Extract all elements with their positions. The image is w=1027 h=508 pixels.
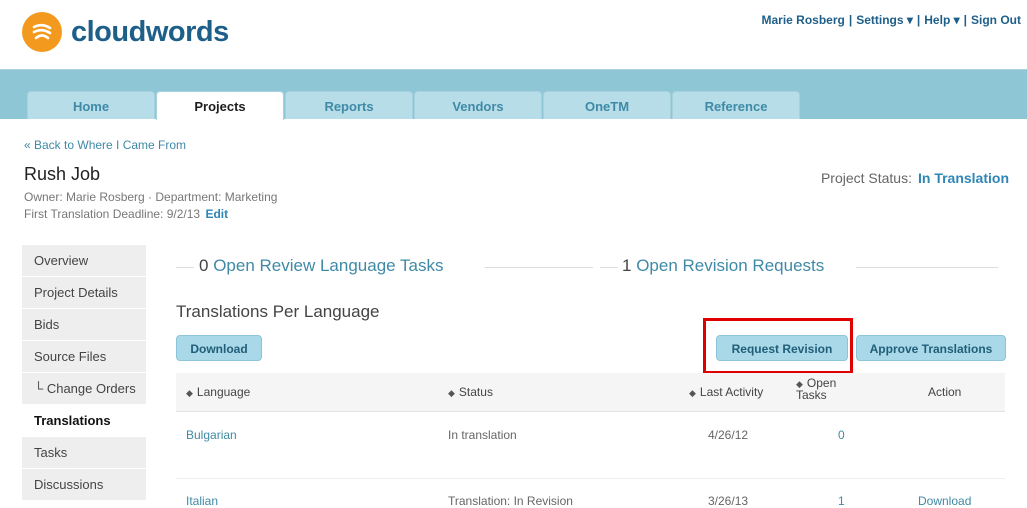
sort-icon: ◆ <box>448 388 455 398</box>
tab-vendors[interactable]: Vendors <box>414 91 542 119</box>
column-header-action: Action <box>928 385 962 399</box>
column-header-language[interactable]: ◆ Language <box>186 373 250 411</box>
nav-separator: | <box>916 13 921 27</box>
settings-menu[interactable]: Settings ▾ <box>856 13 913 27</box>
sidebar-item-tasks[interactable]: Tasks <box>22 437 146 469</box>
row-divider <box>176 478 1005 479</box>
brand-name: cloudwords <box>71 15 229 48</box>
column-header-last-activity[interactable]: ◆ Last Activity <box>689 373 763 411</box>
tab-home[interactable]: Home <box>27 91 155 119</box>
revision-label: Open Revision Requests <box>636 256 825 275</box>
edit-deadline-link[interactable]: Edit <box>205 207 228 221</box>
column-header-open-tasks[interactable]: ◆ Open Tasks <box>796 377 836 402</box>
highlight-box <box>703 318 853 374</box>
last-activity-cell: 3/26/13 <box>708 494 749 508</box>
column-header-label: Tasks <box>796 388 827 402</box>
last-activity-cell: 4/26/12 <box>708 428 749 442</box>
project-status: Project Status: In Translation <box>821 170 1009 186</box>
open-revision-requests-summary[interactable]: 1 Open Revision Requests <box>622 256 824 276</box>
user-nav: Marie Rosberg | Settings ▾ | Help ▾ | Sign Out <box>761 13 1021 27</box>
divider <box>856 267 998 268</box>
status-label: Project Status: <box>820 170 912 186</box>
open-review-tasks-summary[interactable]: 0 Open Review Language Tasks <box>199 256 443 276</box>
section-title: Translations Per Language <box>176 302 380 321</box>
download-link[interactable]: Download <box>918 494 971 508</box>
page-title: Rush Job <box>24 164 101 184</box>
tab-reference[interactable]: Reference <box>672 91 800 119</box>
sidebar-item-change-orders[interactable]: └ Change Orders <box>22 373 146 405</box>
review-label: Open Review Language Tasks <box>213 256 444 275</box>
sign-out-link[interactable]: Sign Out <box>971 13 1021 27</box>
language-link[interactable]: Bulgarian <box>186 428 237 442</box>
divider <box>600 267 618 268</box>
logo[interactable]: cloudwords <box>22 12 229 52</box>
sidebar-item-overview[interactable]: Overview <box>22 245 146 277</box>
review-count: 0 <box>199 256 209 275</box>
column-header-label: Last Activity <box>699 385 764 399</box>
project-sidebar: Overview Project Details Bids Source Fil… <box>22 245 146 501</box>
sidebar-item-project-details[interactable]: Project Details <box>22 277 146 309</box>
nav-separator: | <box>848 13 853 27</box>
project-meta: Owner: Marie Rosberg · Department: Marke… <box>24 190 278 204</box>
status-cell: Translation: In Revision <box>448 494 573 508</box>
table-header: ◆ Language ◆ Status ◆ Last Activity ◆ Open T… <box>176 373 1005 412</box>
column-header-label: Language <box>196 385 251 399</box>
sort-icon: ◆ <box>186 388 193 398</box>
back-link[interactable]: « Back to Where I Came From <box>24 138 186 152</box>
language-link[interactable]: Italian <box>186 494 218 508</box>
tab-reports[interactable]: Reports <box>285 91 413 119</box>
sidebar-item-source-files[interactable]: Source Files <box>22 341 146 373</box>
tab-projects[interactable]: Projects <box>156 91 284 120</box>
divider <box>485 267 593 268</box>
status-cell: In translation <box>448 428 517 442</box>
download-button[interactable]: Download <box>176 335 262 361</box>
cloudwords-logo-icon <box>22 12 62 52</box>
open-tasks-link[interactable]: 0 <box>838 428 845 442</box>
approve-translations-button[interactable]: Approve Translations <box>856 335 1006 361</box>
sidebar-item-bids[interactable]: Bids <box>22 309 146 341</box>
sort-icon: ◆ <box>689 388 696 398</box>
help-menu[interactable]: Help ▾ <box>924 13 959 27</box>
status-value: In Translation <box>917 170 1009 186</box>
tab-onetm[interactable]: OneTM <box>543 91 671 119</box>
revision-count: 1 <box>622 256 632 275</box>
open-tasks-link[interactable]: 1 <box>838 494 845 508</box>
divider <box>176 267 194 268</box>
deadline-text: First Translation Deadline: 9/2/13 <box>24 207 201 221</box>
main-nav: Home Projects Reports Vendors OneTM Refe… <box>0 69 1027 120</box>
column-header-label: Status <box>458 385 493 399</box>
user-name-link[interactable]: Marie Rosberg <box>761 13 844 27</box>
sidebar-item-discussions[interactable]: Discussions <box>22 469 146 501</box>
sidebar-item-translations[interactable]: Translations <box>22 405 146 437</box>
project-deadline: First Translation Deadline: 9/2/13 Edit <box>24 207 228 221</box>
column-header-status[interactable]: ◆ Status <box>448 373 493 411</box>
nav-separator: | <box>963 13 967 27</box>
